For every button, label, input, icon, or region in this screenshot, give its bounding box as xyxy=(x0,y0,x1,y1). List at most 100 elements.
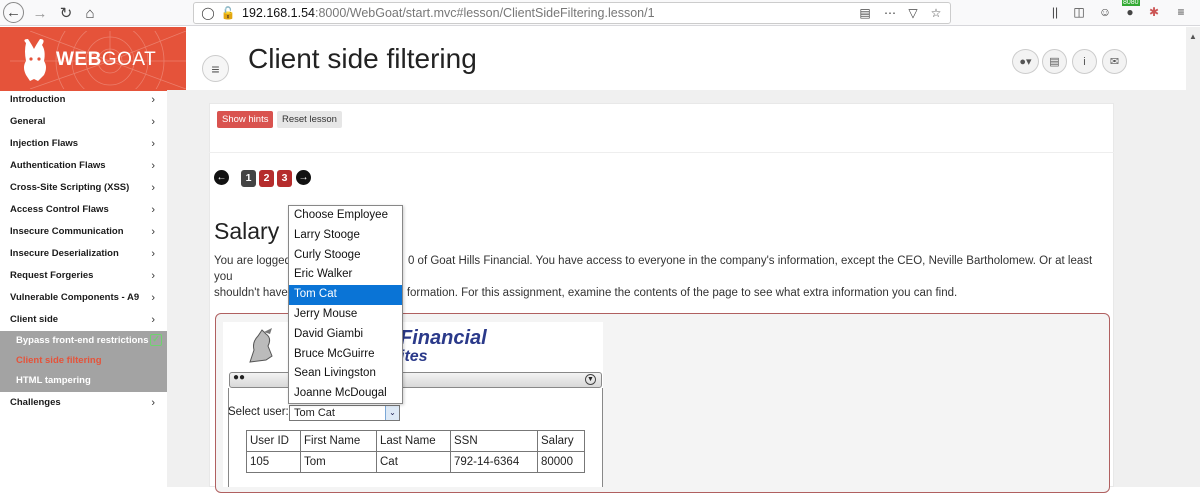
chevron-right-icon: › xyxy=(151,116,155,128)
sidebar-item-label: Challenges xyxy=(10,397,61,408)
sidebar-item-request-forgeries[interactable]: Request Forgeries › xyxy=(0,265,167,287)
contact-button[interactable]: ✉ xyxy=(1102,49,1127,74)
sidebar-item-xss[interactable]: Cross-Site Scripting (XSS) › xyxy=(0,177,167,199)
sidebar-item-label: Insecure Deserialization xyxy=(10,248,119,259)
employee-dropdown-list: Choose Employee Larry Stooge Curly Stoog… xyxy=(288,205,403,404)
sidebar-item-introduction[interactable]: Introduction › xyxy=(0,89,167,111)
column-header: First Name xyxy=(300,430,377,452)
report-card-button[interactable]: ▤ xyxy=(1042,49,1067,74)
sidebar-item-label: Cross-Site Scripting (XSS) xyxy=(10,182,130,193)
dropdown-option[interactable]: Sean Livingston xyxy=(289,364,402,384)
pocket-icon[interactable]: ▽ xyxy=(905,5,921,21)
sidebar-toggle-icon[interactable]: ◫ xyxy=(1071,4,1087,20)
chevron-right-icon: › xyxy=(151,204,155,216)
collapse-icon[interactable]: ▼ xyxy=(585,374,596,385)
dropdown-option[interactable]: Choose Employee xyxy=(289,206,402,226)
sidebar-item-vulnerable-components[interactable]: Vulnerable Components - A9 › xyxy=(0,287,167,309)
table-row: 105 Tom Cat 792-14-6364 80000 xyxy=(246,451,585,473)
insecure-lock-icon[interactable]: 🔓 xyxy=(220,5,236,21)
sidebar-item-insecure-communication[interactable]: Insecure Communication › xyxy=(0,221,167,243)
page-actions-icon[interactable]: ⋯ xyxy=(882,5,898,21)
dropdown-option[interactable]: Joanne McDougal xyxy=(289,384,402,404)
dropdown-option[interactable]: Eric Walker xyxy=(289,265,402,285)
page-1-button[interactable]: 1 xyxy=(241,170,256,187)
address-bar[interactable]: ◯ 🔓 192.168.1.54:8000/WebGoat/start.mvc#… xyxy=(193,2,951,24)
dropdown-option[interactable]: Jerry Mouse xyxy=(289,305,402,325)
select-user-label: Select user: xyxy=(228,406,289,418)
chevron-right-icon: › xyxy=(151,270,155,282)
next-page-icon[interactable]: → xyxy=(296,170,311,185)
webgoat-logo[interactable]: WEBGOAT xyxy=(0,27,186,91)
reset-lesson-button[interactable]: Reset lesson xyxy=(277,111,342,128)
sidebar-item-injection-flaws[interactable]: Injection Flaws › xyxy=(0,133,167,155)
employee-select[interactable]: Tom Cat ⌄ xyxy=(289,405,400,421)
dropdown-option[interactable]: Bruce McGuirre xyxy=(289,345,402,365)
chevron-right-icon: › xyxy=(151,182,155,194)
table-header-row: User ID First Name Last Name SSN Salary xyxy=(246,430,585,452)
page-title: Client side filtering xyxy=(248,43,477,74)
previous-page-icon[interactable]: ← xyxy=(214,170,229,185)
sidebar-subitem-label: Client side filtering xyxy=(16,355,102,366)
extension-badge: 8080 xyxy=(1122,0,1140,6)
library-icon[interactable]: || xyxy=(1047,4,1063,20)
home-icon[interactable]: ⌂ xyxy=(80,3,100,23)
show-hints-button[interactable]: Show hints xyxy=(217,111,274,128)
page-2-button[interactable]: 2 xyxy=(259,170,274,187)
frame-border xyxy=(602,388,603,487)
menu-toggle-button[interactable]: ≡ xyxy=(202,55,229,82)
scroll-up-icon[interactable]: ▲ xyxy=(1189,32,1197,41)
sidebar-item-challenges[interactable]: Challenges › xyxy=(0,392,167,414)
divider xyxy=(209,152,1114,153)
envelope-icon: ✉ xyxy=(1109,56,1120,68)
sidebar-item-access-control-flaws[interactable]: Access Control Flaws › xyxy=(0,199,167,221)
sidebar-item-label: Vulnerable Components - A9 xyxy=(10,292,140,303)
user-menu-button[interactable]: ●▾ xyxy=(1012,49,1039,74)
chevron-right-icon: › xyxy=(151,138,155,150)
sidebar-subitem-label: HTML tampering xyxy=(16,375,91,386)
chevron-right-icon: › xyxy=(151,292,155,304)
employee-widget-header xyxy=(229,372,602,388)
table-cell: Cat xyxy=(376,451,451,473)
sidebar: WEBGOAT Introduction › General › Injection… xyxy=(0,27,186,487)
sidebar-item-label: Introduction xyxy=(10,94,66,105)
sidebar-item-authentication-flaws[interactable]: Authentication Flaws › xyxy=(0,155,167,177)
dropdown-option[interactable]: David Giambi xyxy=(289,325,402,345)
sidebar-subitem-bypass-frontend[interactable]: Bypass front-end restrictions ✓ xyxy=(0,331,167,351)
sidebar-subitem-client-side-filtering[interactable]: Client side filtering xyxy=(0,351,167,371)
employee-table: User ID First Name Last Name SSN Salary … xyxy=(246,430,585,473)
column-header: Salary xyxy=(537,430,585,452)
extension-icon[interactable]: ✱ xyxy=(1146,4,1162,20)
selected-employee: Tom Cat xyxy=(294,407,335,419)
company-brand-financial: Financial xyxy=(400,327,487,349)
chevron-right-icon: › xyxy=(151,160,155,172)
page-scrollbar[interactable] xyxy=(1186,27,1200,487)
dropdown-option-selected[interactable]: Tom Cat xyxy=(289,285,402,305)
shield-icon[interactable]: ◯ xyxy=(200,5,216,21)
sidebar-item-insecure-deserialization[interactable]: Insecure Deserialization › xyxy=(0,243,167,265)
sidebar-item-client-side[interactable]: Client side › xyxy=(0,309,167,331)
proxy-extension-icon[interactable]: 8080 ● xyxy=(1120,0,1140,20)
sidebar-item-label: General xyxy=(10,116,46,127)
reload-icon[interactable]: ↻ xyxy=(56,3,76,23)
reader-mode-icon[interactable]: ▤ xyxy=(857,5,873,21)
bar-chart-icon: ▤ xyxy=(1049,56,1060,68)
dropdown-option[interactable]: Curly Stooge xyxy=(289,246,402,266)
about-button[interactable]: i xyxy=(1072,49,1097,74)
completed-check-icon: ✓ xyxy=(150,334,162,346)
frame-border xyxy=(228,388,229,487)
menu-icon[interactable]: ≡ xyxy=(1173,4,1189,20)
account-icon[interactable]: ☺ xyxy=(1097,4,1113,20)
bookmark-star-icon[interactable]: ☆ xyxy=(928,5,944,21)
sidebar-item-label: Client side xyxy=(10,314,59,325)
page-3-button[interactable]: 3 xyxy=(277,170,292,187)
dropdown-option[interactable]: Larry Stooge xyxy=(289,226,402,246)
sidebar-item-general[interactable]: General › xyxy=(0,111,167,133)
sidebar-item-label: Authentication Flaws xyxy=(10,160,106,171)
chevron-down-icon[interactable]: ⌄ xyxy=(385,406,399,420)
sidebar-subitem-html-tampering[interactable]: HTML tampering xyxy=(0,371,167,391)
forward-icon[interactable]: → xyxy=(30,3,50,23)
back-icon[interactable]: ← xyxy=(3,2,24,23)
lesson-menu: Introduction › General › Injection Flaws › … xyxy=(0,89,167,414)
browser-toolbar: ← → ↻ ⌂ ◯ 🔓 192.168.1.54:8000/WebGoat/st… xyxy=(0,0,1200,26)
chevron-down-icon: › xyxy=(151,314,155,326)
